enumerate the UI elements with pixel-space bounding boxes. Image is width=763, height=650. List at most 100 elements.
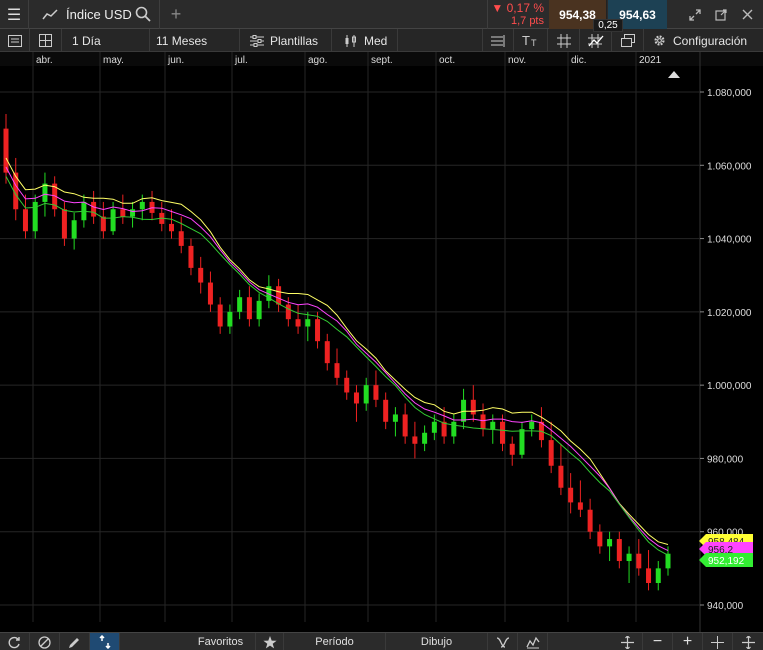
plus-icon[interactable]: +: [162, 0, 190, 29]
move-icon[interactable]: [613, 633, 643, 650]
range-selector[interactable]: 11 Meses: [150, 29, 240, 52]
candle-body: [548, 440, 554, 466]
crosshair-icon[interactable]: [703, 633, 733, 650]
candle-body: [22, 209, 28, 232]
candle-body: [130, 209, 136, 217]
candle-body: [392, 414, 398, 422]
candle-body: [305, 319, 311, 327]
text-size-icon[interactable]: TT: [514, 29, 548, 52]
candle-body: [120, 209, 126, 217]
y-tick-label: 980,000: [707, 454, 744, 465]
candle-body: [246, 297, 252, 320]
candle-body: [178, 231, 184, 246]
y-tick-label: 1.020,000: [707, 308, 752, 319]
scroll-marker-icon: [668, 71, 680, 78]
settings-label: Configuración: [673, 33, 748, 48]
candle-body: [597, 531, 603, 547]
candle-body: [276, 286, 282, 305]
candle-body: [169, 223, 174, 232]
candle-body: [334, 363, 340, 378]
indicators-icon[interactable]: [482, 29, 514, 52]
no-entry-icon[interactable]: [30, 633, 60, 650]
grid-icon[interactable]: [548, 29, 580, 52]
fibonacci-icon[interactable]: [488, 633, 518, 650]
settings-button[interactable]: Configuración: [644, 29, 763, 52]
candle-body: [422, 432, 428, 444]
zoom-in-icon[interactable]: +: [673, 633, 703, 650]
candle-body: [636, 553, 642, 569]
candle-body: [207, 282, 213, 305]
price-tag-label: 952,192: [708, 556, 745, 567]
top-bar: ☰ Índice USD + ▼ 0,17 % 1,7 pts 954,38 9…: [0, 0, 763, 32]
svg-text:T: T: [531, 38, 537, 47]
drawing-button[interactable]: Dibujo: [386, 633, 488, 650]
pencil-icon[interactable]: [60, 633, 90, 650]
candle-body: [509, 443, 515, 455]
candle-body: [344, 377, 350, 393]
favorites-button[interactable]: Favoritos: [186, 633, 256, 650]
menu-icon[interactable]: ☰: [0, 0, 29, 29]
x-tick-label: oct.: [439, 55, 455, 66]
chart-toolbar: 1 Día 11 Meses Plantillas Med TT Configu…: [0, 29, 763, 52]
search-icon[interactable]: [134, 5, 152, 23]
candle-body: [61, 209, 67, 239]
y-axis-labels: 1.080,000 1.060,000 1.040,000 1.020,000 1.00…: [707, 88, 752, 612]
candles-icon: [345, 34, 356, 47]
change-percent: ▼ 0,17 %: [491, 1, 544, 15]
templates-label: Plantillas: [270, 33, 319, 48]
candle-body: [227, 311, 233, 327]
period-button[interactable]: Período: [284, 633, 386, 650]
price-type-selector[interactable]: Med: [332, 29, 398, 52]
candle-body: [500, 421, 505, 444]
bottom-bar: Favoritos Período Dibujo − +: [0, 632, 763, 650]
candle-body: [217, 304, 223, 327]
price-change: ▼ 0,17 % 1,7 pts: [487, 0, 549, 29]
candle-body: [616, 539, 622, 562]
swap-icon[interactable]: [90, 633, 120, 650]
x-tick-label: dic.: [571, 55, 587, 66]
x-tick-label: jul.: [234, 55, 248, 66]
candle-body: [412, 436, 418, 444]
popout-icon[interactable]: [709, 0, 733, 29]
expand-icon[interactable]: [683, 0, 707, 29]
trend-icon[interactable]: [518, 633, 548, 650]
resize-icon[interactable]: [733, 633, 763, 650]
drawing-icon[interactable]: [580, 29, 612, 52]
close-icon[interactable]: [735, 0, 759, 29]
candle-body: [607, 539, 613, 547]
panel-icon[interactable]: [0, 29, 30, 52]
layout-icon[interactable]: [30, 29, 62, 52]
x-tick-label: abr.: [36, 55, 53, 66]
candles: [3, 113, 671, 591]
candle-body: [3, 128, 9, 173]
interval-selector[interactable]: 1 Día: [62, 29, 150, 52]
refresh-icon[interactable]: [0, 633, 30, 650]
chart-canvas[interactable]: abr. may. jun. jul. ago. sept. oct. nov. dic. 202…: [0, 52, 763, 632]
candle-body: [188, 245, 194, 268]
candle-body: [480, 414, 486, 430]
candle-body: [665, 553, 671, 569]
y-tick-label: 940,000: [707, 601, 744, 612]
x-tick-label: nov.: [508, 55, 526, 66]
candle-body: [353, 392, 359, 404]
window-icon[interactable]: [612, 29, 644, 52]
candle-body: [315, 319, 321, 342]
gear-icon: [654, 35, 665, 46]
candle-body: [295, 319, 301, 327]
templates-button[interactable]: Plantillas: [240, 29, 332, 52]
price-chart[interactable]: abr. may. jun. jul. ago. sept. oct. nov. dic. 202…: [0, 52, 763, 632]
chart-grid: [0, 52, 763, 632]
candle-body: [100, 216, 106, 232]
svg-text:T: T: [522, 34, 530, 47]
candle-body: [363, 385, 369, 404]
star-icon[interactable]: [256, 633, 284, 650]
price-tag: 952,192: [699, 553, 753, 567]
x-tick-label: 2021: [639, 55, 662, 66]
candle-body: [285, 304, 291, 320]
candle-body: [198, 267, 204, 283]
x-tick-label: sept.: [371, 55, 393, 66]
zoom-out-icon[interactable]: −: [643, 633, 673, 650]
change-points: 1,7 pts: [510, 15, 544, 27]
candle-body: [42, 183, 48, 202]
templates-icon: [250, 34, 264, 47]
